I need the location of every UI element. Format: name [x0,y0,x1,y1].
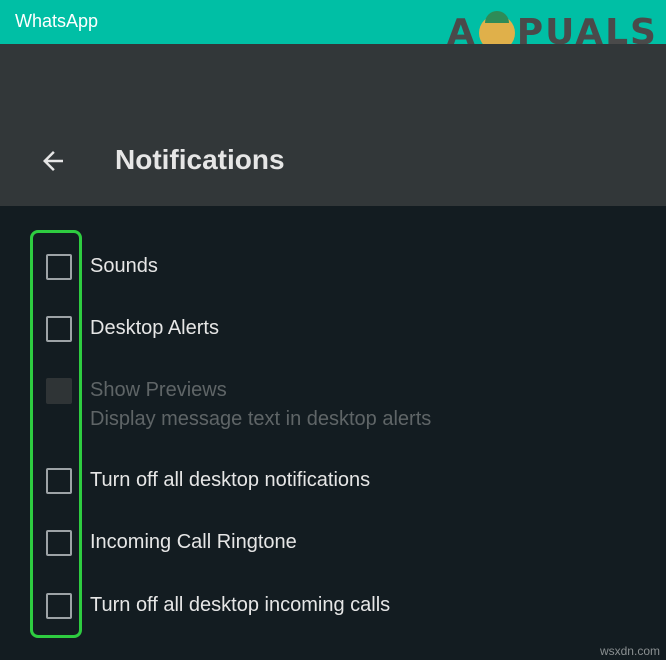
incoming-call-ringtone-checkbox[interactable] [46,530,72,556]
setting-turn-off-notifications[interactable]: Turn off all desktop notifications [46,466,646,494]
turn-off-incoming-calls-checkbox[interactable] [46,593,72,619]
setting-turn-off-incoming-calls[interactable]: Turn off all desktop incoming calls [46,591,646,619]
turn-off-incoming-calls-label: Turn off all desktop incoming calls [90,594,391,616]
show-previews-sublabel: Display message text in desktop alerts [90,408,432,430]
back-button[interactable] [32,140,74,182]
setting-desktop-alerts[interactable]: Desktop Alerts [46,314,646,342]
desktop-alerts-label: Desktop Alerts [90,317,219,339]
turn-off-notifications-checkbox[interactable] [46,468,72,494]
show-previews-checkbox [46,378,72,404]
sounds-label: Sounds [90,255,158,277]
incoming-call-ringtone-label: Incoming Call Ringtone [90,531,297,553]
setting-sounds[interactable]: Sounds [46,252,646,280]
sounds-checkbox[interactable] [46,254,72,280]
setting-incoming-call-ringtone[interactable]: Incoming Call Ringtone [46,528,646,556]
setting-show-previews: Show Previews Display message text in de… [46,376,646,434]
checkbox-highlight-box [30,230,82,638]
turn-off-notifications-label: Turn off all desktop notifications [90,469,371,491]
source-watermark: wsxdn.com [599,644,660,658]
show-previews-label: Show Previews [90,379,227,401]
arrow-left-icon [43,151,63,171]
desktop-alerts-checkbox[interactable] [46,316,72,342]
window-titlebar: WhatsApp A PUALS [0,0,666,53]
notifications-header: Notifications [0,44,666,206]
page-title: Notifications [115,144,285,175]
app-title: WhatsApp [15,11,99,31]
show-previews-label-group: Show Previews Display message text in de… [90,376,431,434]
